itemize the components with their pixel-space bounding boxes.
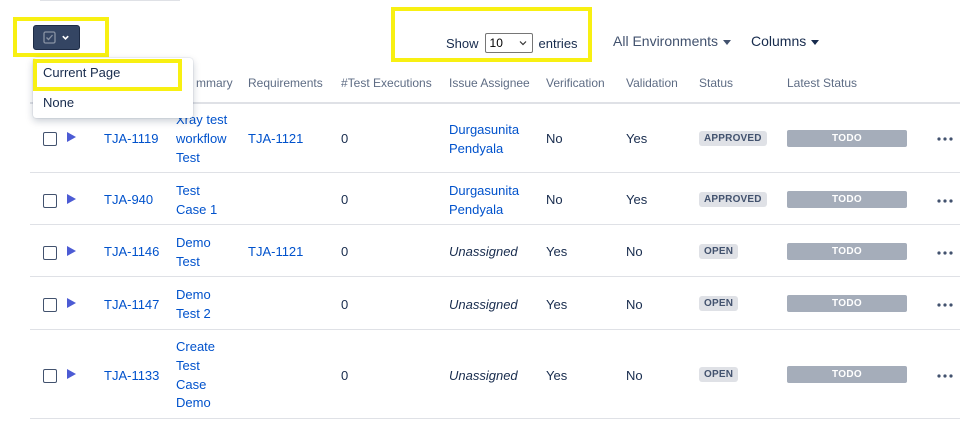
status-badge: APPROVED [699, 192, 767, 207]
latest-status-bar: TODO [787, 366, 907, 383]
summary-line[interactable]: Case [176, 375, 206, 394]
validation-value: No [626, 368, 643, 383]
more-icon[interactable] [937, 373, 953, 379]
summary-line[interactable]: Demo [176, 233, 211, 252]
col-header-issue-assignee[interactable]: Issue Assignee [449, 76, 530, 90]
row-divider [30, 276, 960, 277]
caret-down-icon [811, 39, 820, 45]
play-icon[interactable] [66, 368, 77, 380]
row-checkbox[interactable] [43, 369, 57, 383]
more-icon[interactable] [937, 198, 953, 204]
assignee-unassigned: Unassigned [449, 368, 518, 383]
summary-line[interactable]: Test [176, 148, 200, 167]
highlight-box [13, 17, 109, 57]
play-icon[interactable] [66, 245, 77, 257]
verification-value: Yes [546, 297, 568, 312]
validation-value: No [626, 297, 643, 312]
validation-value: Yes [626, 192, 648, 207]
summary-line[interactable]: Test [176, 356, 200, 375]
col-header-latest-status[interactable]: Latest Status [787, 76, 857, 90]
verification-value: No [546, 131, 563, 146]
menu-item-none[interactable]: None [43, 95, 74, 110]
row-divider [30, 418, 960, 419]
columns-label: Columns [751, 33, 807, 49]
issue-key-link[interactable]: TJA-1119 [104, 129, 158, 148]
row-divider [30, 329, 960, 330]
verification-value: Yes [546, 368, 568, 383]
verification-value: No [546, 192, 563, 207]
col-header-summary[interactable]: mmary [196, 76, 233, 90]
caret-down-icon [723, 39, 732, 45]
summary-line[interactable]: Case 1 [176, 200, 217, 219]
status-badge: APPROVED [699, 131, 767, 146]
more-icon[interactable] [937, 250, 953, 256]
summary-line[interactable]: Test 2 [176, 304, 211, 323]
summary-line[interactable]: workflow [176, 129, 227, 148]
highlight-box [391, 7, 592, 62]
columns-dropdown[interactable]: Columns [751, 33, 820, 49]
summary-line[interactable]: Demo [176, 285, 211, 304]
col-header-test-executions[interactable]: #Test Executions [341, 76, 432, 90]
assignee-unassigned: Unassigned [449, 244, 518, 259]
row-divider [30, 224, 960, 225]
top-divider [40, 0, 180, 1]
test-executions-count: 0 [341, 244, 349, 259]
status-badge: OPEN [699, 367, 739, 382]
assignee-line[interactable]: Durgasunita [449, 181, 519, 200]
summary-line[interactable]: Test [176, 252, 200, 271]
issue-key-link[interactable]: TJA-1133 [104, 366, 159, 385]
environments-dropdown[interactable]: All Environments [613, 33, 732, 49]
assignee-line[interactable]: Durgasunita [449, 120, 519, 139]
test-executions-count: 0 [341, 131, 349, 146]
latest-status-bar: TODO [787, 191, 907, 208]
col-header-verification[interactable]: Verification [546, 76, 605, 90]
verification-value: Yes [546, 244, 568, 259]
assignee-line[interactable]: Pendyala [449, 139, 503, 158]
row-checkbox[interactable] [43, 132, 57, 146]
summary-line[interactable]: Test [176, 181, 200, 200]
highlight-box [33, 59, 182, 91]
summary-line[interactable]: Demo [176, 393, 211, 412]
more-icon[interactable] [937, 136, 953, 142]
status-badge: OPEN [699, 296, 739, 311]
assignee-unassigned: Unassigned [449, 297, 518, 312]
row-checkbox[interactable] [43, 194, 57, 208]
test-executions-count: 0 [341, 192, 349, 207]
play-icon[interactable] [66, 193, 77, 205]
latest-status-bar: TODO [787, 130, 907, 147]
col-header-status[interactable]: Status [699, 76, 733, 90]
validation-value: No [626, 244, 643, 259]
test-executions-count: 0 [341, 297, 349, 312]
requirement-link[interactable]: TJA-1121 [248, 129, 303, 148]
issue-key-link[interactable]: TJA-1147 [104, 295, 159, 314]
issue-key-link[interactable]: TJA-1146 [104, 242, 159, 261]
validation-value: Yes [626, 131, 648, 146]
row-checkbox[interactable] [43, 298, 57, 312]
test-executions-count: 0 [341, 368, 349, 383]
col-header-requirements[interactable]: Requirements [248, 76, 323, 90]
more-icon[interactable] [937, 302, 953, 308]
status-badge: OPEN [699, 244, 739, 259]
row-checkbox[interactable] [43, 246, 57, 260]
issue-key-link[interactable]: TJA-940 [104, 190, 153, 209]
assignee-line[interactable]: Pendyala [449, 200, 503, 219]
col-header-validation[interactable]: Validation [626, 76, 678, 90]
play-icon[interactable] [66, 131, 77, 143]
summary-line[interactable]: Create [176, 337, 215, 356]
latest-status-bar: TODO [787, 295, 907, 312]
requirement-link[interactable]: TJA-1121 [248, 242, 303, 261]
latest-status-bar: TODO [787, 243, 907, 260]
environments-label: All Environments [613, 33, 719, 49]
play-icon[interactable] [66, 297, 77, 309]
row-divider [30, 172, 960, 173]
